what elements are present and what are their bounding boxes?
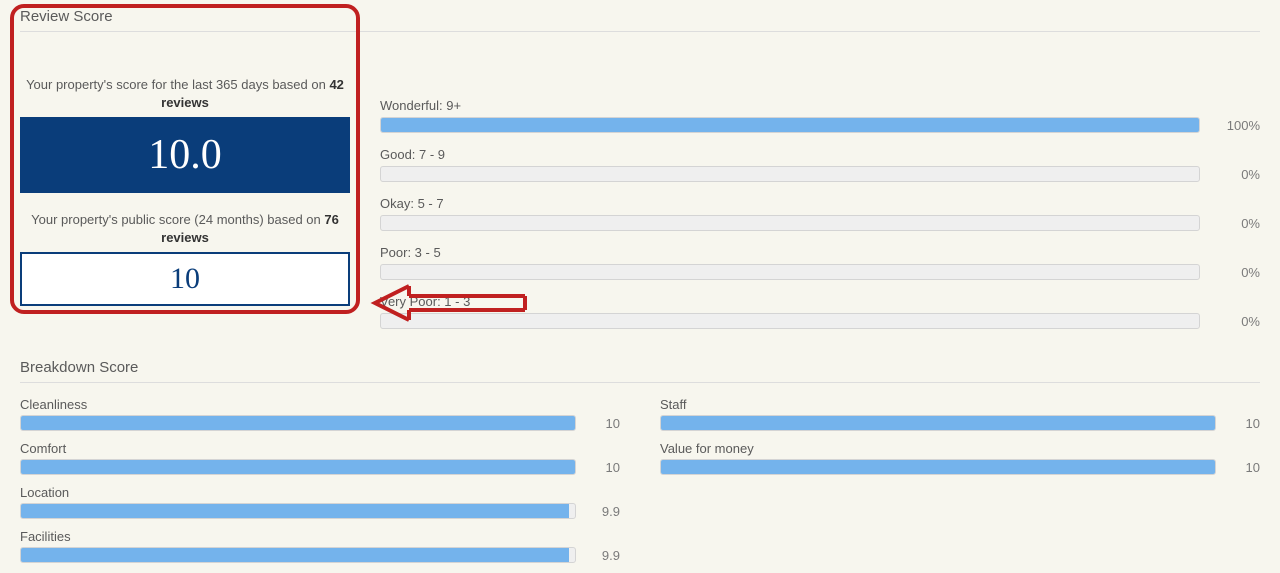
caption-365-count: 42 — [329, 77, 343, 92]
distribution-row: Good: 7 - 9 0% — [380, 147, 1260, 182]
distribution-fill — [381, 118, 1199, 132]
distribution-track — [380, 215, 1200, 231]
breakdown-heading: Breakdown Score — [20, 359, 1260, 376]
review-score-top-area: Your property's score for the last 365 d… — [20, 46, 1260, 343]
breakdown-row: Facilities 9.9 — [20, 529, 620, 563]
score-365-box: 10.0 — [20, 117, 350, 193]
caption-365-prefix: Your property's score for the last 365 d… — [26, 77, 329, 92]
breakdown-bar-wrap: 10 — [660, 415, 1260, 431]
breakdown-label: Comfort — [20, 441, 620, 456]
distribution-row: Wonderful: 9+ 100% — [380, 98, 1260, 133]
breakdown-fill — [21, 460, 575, 474]
breakdown-bar-wrap: 10 — [660, 459, 1260, 475]
caption-365-suffix: reviews — [161, 95, 209, 110]
breakdown-bar-wrap: 9.9 — [20, 547, 620, 563]
distribution-label: Very Poor: 1 - 3 — [380, 294, 1260, 309]
caption-24-count: 76 — [324, 212, 338, 227]
breakdown-fill — [21, 416, 575, 430]
distribution-pct: 100% — [1212, 118, 1260, 133]
breakdown-row: Comfort 10 — [20, 441, 620, 475]
breakdown-bar-wrap: 9.9 — [20, 503, 620, 519]
breakdown-row: Value for money 10 — [660, 441, 1260, 475]
breakdown-label: Facilities — [20, 529, 620, 544]
breakdown-value: 9.9 — [590, 548, 620, 563]
breakdown-fill — [661, 460, 1215, 474]
distribution-bar-wrap: 0% — [380, 264, 1260, 280]
distribution-chart: Wonderful: 9+100%Good: 7 - 90%Okay: 5 - … — [380, 46, 1260, 343]
breakdown-label: Staff — [660, 397, 1260, 412]
distribution-track — [380, 313, 1200, 329]
breakdown-value: 10 — [1230, 460, 1260, 475]
breakdown-label: Value for money — [660, 441, 1260, 456]
caption-24: Your property's public score (24 months)… — [20, 211, 350, 252]
caption-365: Your property's score for the last 365 d… — [20, 76, 350, 117]
breakdown-fill — [21, 548, 569, 562]
distribution-label: Okay: 5 - 7 — [380, 196, 1260, 211]
breakdown-row: Staff 10 — [660, 397, 1260, 431]
distribution-bar-wrap: 0% — [380, 313, 1260, 329]
breakdown-value: 10 — [590, 460, 620, 475]
breakdown-left-column: Cleanliness10Comfort10Location9.9Facilit… — [20, 397, 620, 573]
breakdown-label: Location — [20, 485, 620, 500]
caption-24-suffix: reviews — [161, 230, 209, 245]
distribution-row: Very Poor: 1 - 3 0% — [380, 294, 1260, 329]
caption-24-prefix: Your property's public score (24 months)… — [31, 212, 324, 227]
distribution-pct: 0% — [1212, 216, 1260, 231]
distribution-track — [380, 264, 1200, 280]
score-cards-column: Your property's score for the last 365 d… — [20, 46, 350, 306]
distribution-label: Good: 7 - 9 — [380, 147, 1260, 162]
distribution-label: Poor: 3 - 5 — [380, 245, 1260, 260]
breakdown-track — [20, 415, 576, 431]
distribution-row: Poor: 3 - 5 0% — [380, 245, 1260, 280]
breakdown-track — [660, 415, 1216, 431]
breakdown-value: 9.9 — [590, 504, 620, 519]
distribution-pct: 0% — [1212, 265, 1260, 280]
distribution-track — [380, 117, 1200, 133]
breakdown-grid: Cleanliness10Comfort10Location9.9Facilit… — [20, 397, 1260, 573]
distribution-row: Okay: 5 - 7 0% — [380, 196, 1260, 231]
breakdown-label: Cleanliness — [20, 397, 620, 412]
distribution-bar-wrap: 100% — [380, 117, 1260, 133]
page-root: Review Score Your property's score for t… — [0, 0, 1280, 566]
breakdown-track — [20, 547, 576, 563]
distribution-label: Wonderful: 9+ — [380, 98, 1260, 113]
breakdown-right-column: Staff 10 Value for money 10 — [660, 397, 1260, 573]
breakdown-row: Cleanliness 10 — [20, 397, 620, 431]
breakdown-value: 10 — [590, 416, 620, 431]
breakdown-section: Breakdown Score Cleanliness 10 Comfort 10 Lo… — [20, 359, 1260, 573]
breakdown-value: 10 — [1230, 416, 1260, 431]
distribution-track — [380, 166, 1200, 182]
distribution-pct: 0% — [1212, 314, 1260, 329]
breakdown-row: Location 9.9 — [20, 485, 620, 519]
review-score-heading: Review Score — [20, 8, 1260, 25]
divider — [20, 382, 1260, 383]
breakdown-track — [660, 459, 1216, 475]
breakdown-bar-wrap: 10 — [20, 415, 620, 431]
distribution-pct: 0% — [1212, 167, 1260, 182]
divider — [20, 31, 1260, 32]
distribution-bar-wrap: 0% — [380, 215, 1260, 231]
breakdown-fill — [661, 416, 1215, 430]
breakdown-fill — [21, 504, 569, 518]
breakdown-bar-wrap: 10 — [20, 459, 620, 475]
breakdown-track — [20, 459, 576, 475]
distribution-bar-wrap: 0% — [380, 166, 1260, 182]
score-24-box: 10 — [20, 252, 350, 306]
breakdown-track — [20, 503, 576, 519]
